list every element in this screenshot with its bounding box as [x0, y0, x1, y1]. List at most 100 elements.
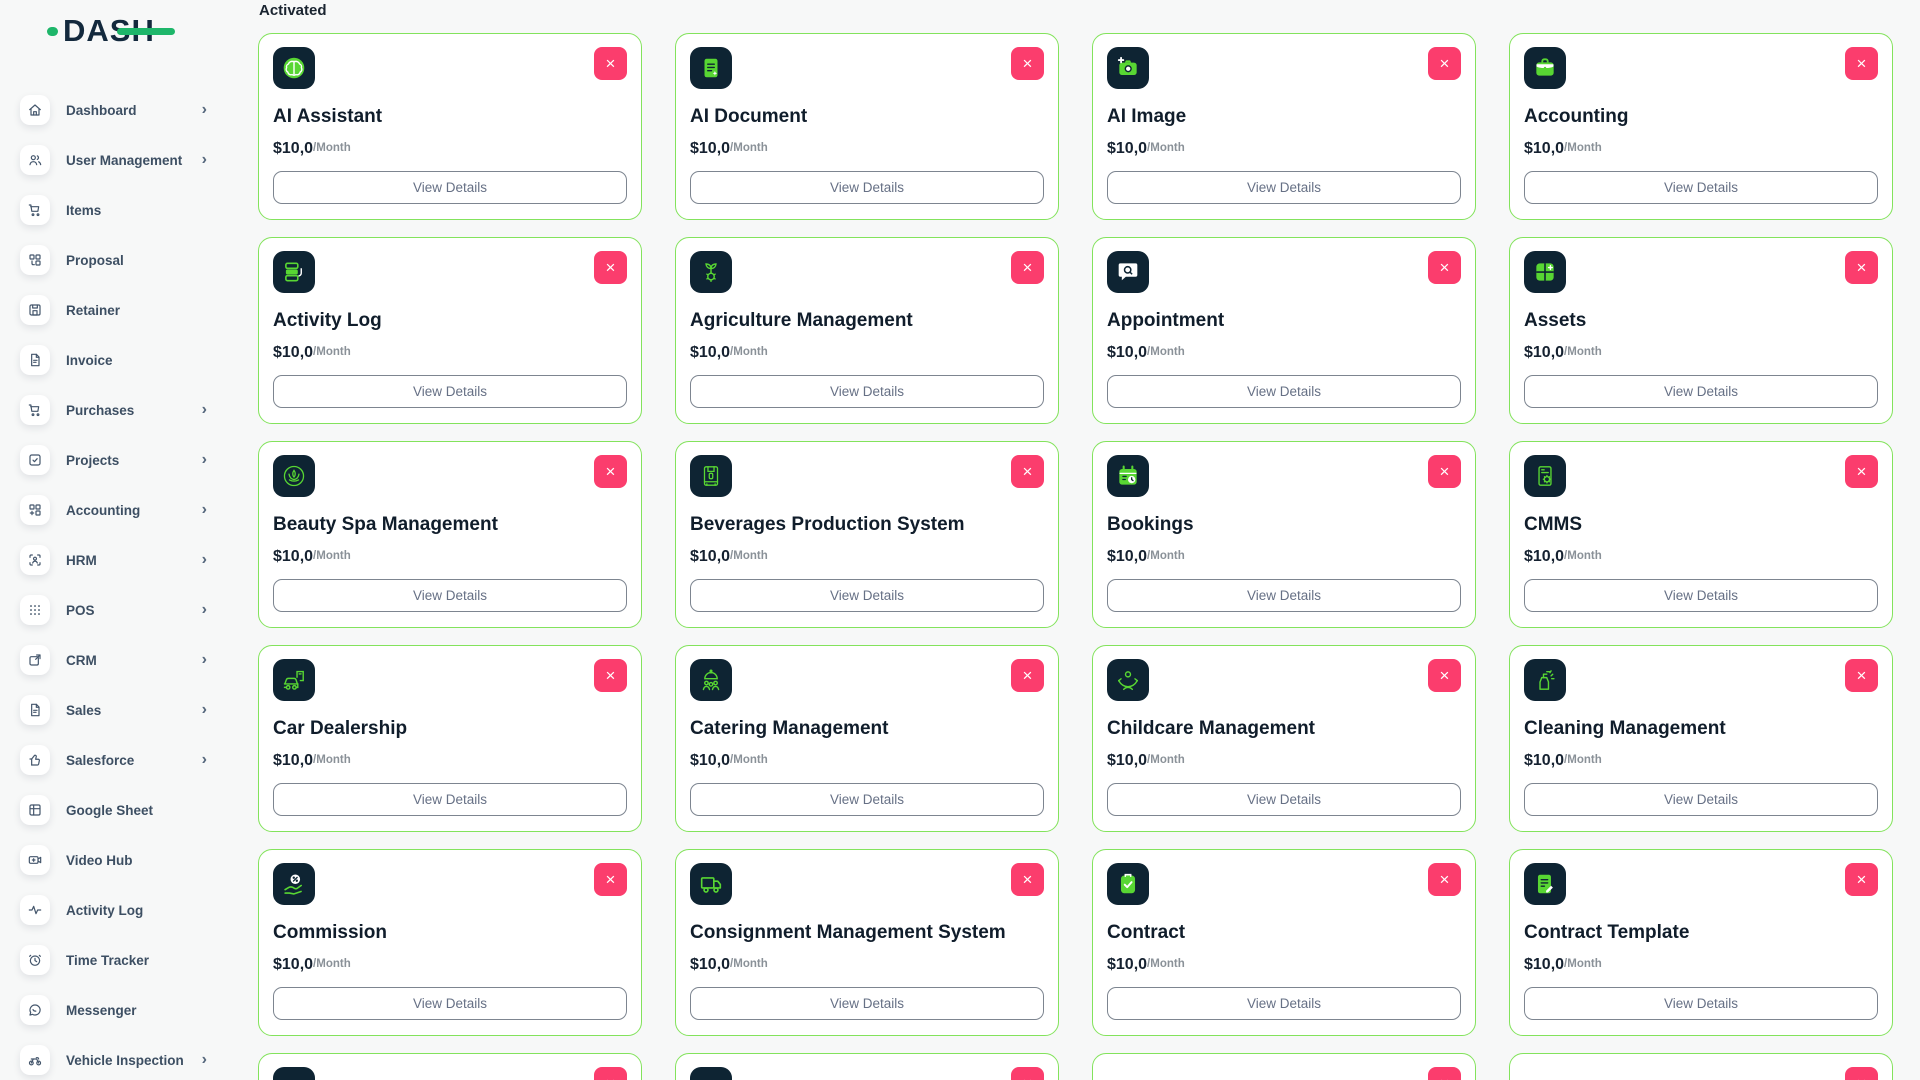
sidebar-item-sales[interactable]: Sales ›: [20, 695, 207, 725]
deactivate-button[interactable]: ×: [1428, 47, 1461, 80]
sidebar-item-purchases[interactable]: Purchases ›: [20, 395, 207, 425]
sidebar-item-items[interactable]: Items: [20, 195, 207, 225]
addon-price-row: $10,0/Month: [1524, 548, 1878, 566]
close-icon: ×: [606, 871, 616, 888]
view-details-button[interactable]: View Details: [1107, 171, 1461, 204]
deactivate-button[interactable]: ×: [1428, 251, 1461, 284]
view-details-button[interactable]: View Details: [1107, 987, 1461, 1020]
addon-price-row: $10,0/Month: [1524, 752, 1878, 770]
view-details-button[interactable]: View Details: [273, 375, 627, 408]
view-details-button[interactable]: View Details: [1524, 375, 1878, 408]
view-details-button[interactable]: View Details: [690, 375, 1044, 408]
sidebar-item-projects[interactable]: Projects ›: [20, 445, 207, 475]
colorful-swirl-icon: [1107, 1067, 1149, 1080]
addon-card-ai-assistant: × AI Assistant $10,0/Month View Details: [258, 33, 642, 220]
deactivate-button[interactable]: ×: [1428, 1067, 1461, 1080]
close-icon: ×: [606, 259, 616, 276]
machine-gear-icon: [1524, 455, 1566, 497]
deactivate-button[interactable]: ×: [1428, 863, 1461, 896]
close-icon: ×: [1857, 667, 1867, 684]
addon-price-row: $10,0/Month: [1107, 548, 1461, 566]
addon-price-row: $10,0/Month: [273, 956, 627, 974]
view-details-button[interactable]: View Details: [690, 987, 1044, 1020]
deactivate-button[interactable]: ×: [1845, 47, 1878, 80]
user-scan-icon: [20, 545, 50, 575]
view-details-button[interactable]: View Details: [1524, 783, 1878, 816]
motorbike-icon: [20, 1045, 50, 1075]
addon-card-activity-log: × Activity Log $10,0/Month View Details: [258, 237, 642, 424]
addon-price-row: $10,0/Month: [690, 548, 1044, 566]
view-details-button[interactable]: View Details: [690, 579, 1044, 612]
view-details-button[interactable]: View Details: [1107, 783, 1461, 816]
clipboard-check-icon: [1107, 863, 1149, 905]
deactivate-button[interactable]: ×: [1011, 1067, 1044, 1080]
deactivate-button[interactable]: ×: [1428, 659, 1461, 692]
view-details-button[interactable]: View Details: [690, 783, 1044, 816]
sidebar-item-dashboard[interactable]: Dashboard ›: [20, 95, 207, 125]
sidebar-item-time-tracker[interactable]: Time Tracker: [20, 945, 207, 975]
addon-title: Consignment Management System: [690, 922, 1044, 944]
deactivate-button[interactable]: ×: [1845, 251, 1878, 284]
sidebar-item-label: Google Sheet: [66, 803, 153, 818]
sidebar-item-label: Items: [66, 203, 101, 218]
sidebar-item-hrm[interactable]: HRM ›: [20, 545, 207, 575]
sidebar-item-invoice[interactable]: Invoice: [20, 345, 207, 375]
deactivate-button[interactable]: ×: [594, 47, 627, 80]
deactivate-button[interactable]: ×: [1845, 659, 1878, 692]
close-icon: ×: [1857, 463, 1867, 480]
addon-card-ai-image: × AI Image $10,0/Month View Details: [1092, 33, 1476, 220]
view-details-button[interactable]: View Details: [1524, 987, 1878, 1020]
deactivate-button[interactable]: ×: [594, 1067, 627, 1080]
deactivate-button[interactable]: ×: [1011, 455, 1044, 488]
view-details-button[interactable]: View Details: [1107, 579, 1461, 612]
view-details-button[interactable]: View Details: [1524, 579, 1878, 612]
sidebar-item-activity-log[interactable]: Activity Log: [20, 895, 207, 925]
view-details-button[interactable]: View Details: [273, 579, 627, 612]
addon-title: Catering Management: [690, 718, 1044, 740]
sidebar-item-label: Dashboard: [66, 103, 137, 118]
deactivate-button[interactable]: ×: [594, 659, 627, 692]
deactivate-button[interactable]: ×: [1011, 659, 1044, 692]
addon-card-appointment: × Appointment $10,0/Month View Details: [1092, 237, 1476, 424]
deactivate-button[interactable]: ×: [594, 863, 627, 896]
sidebar-item-salesforce[interactable]: Salesforce ›: [20, 745, 207, 775]
sidebar-item-proposal[interactable]: Proposal: [20, 245, 207, 275]
hand-percent-icon: [273, 863, 315, 905]
view-details-button[interactable]: View Details: [1524, 171, 1878, 204]
deactivate-button[interactable]: ×: [1011, 47, 1044, 80]
deactivate-button[interactable]: ×: [1428, 455, 1461, 488]
close-icon: ×: [1857, 259, 1867, 276]
addon-period: /Month: [730, 754, 768, 766]
view-details-button[interactable]: View Details: [1107, 375, 1461, 408]
close-icon: ×: [606, 1075, 616, 1080]
view-details-button[interactable]: View Details: [273, 987, 627, 1020]
sidebar-item-crm[interactable]: CRM ›: [20, 645, 207, 675]
addon-title: AI Assistant: [273, 106, 627, 128]
addon-period: /Month: [313, 958, 351, 970]
deactivate-button[interactable]: ×: [1845, 455, 1878, 488]
sidebar-item-retainer[interactable]: Retainer: [20, 295, 207, 325]
section-title-activated: Activated: [259, 2, 1893, 33]
deactivate-button[interactable]: ×: [594, 455, 627, 488]
view-details-button[interactable]: View Details: [690, 171, 1044, 204]
sidebar-item-messenger[interactable]: Messenger: [20, 995, 207, 1025]
sidebar-item-label: Invoice: [66, 353, 113, 368]
view-details-button[interactable]: View Details: [273, 171, 627, 204]
addon-title: Bookings: [1107, 514, 1461, 536]
sidebar-item-google-sheet[interactable]: Google Sheet: [20, 795, 207, 825]
deactivate-button[interactable]: ×: [1011, 251, 1044, 284]
deactivate-button[interactable]: ×: [594, 251, 627, 284]
view-details-button[interactable]: View Details: [273, 783, 627, 816]
addon-price: $10,0: [690, 956, 730, 973]
sidebar-item-video-hub[interactable]: Video Hub: [20, 845, 207, 875]
addon-card-partial-2: ×: [675, 1053, 1059, 1080]
sidebar-item-accounting[interactable]: Accounting ›: [20, 495, 207, 525]
deactivate-button[interactable]: ×: [1845, 863, 1878, 896]
deactivate-button[interactable]: ×: [1845, 1067, 1878, 1080]
sidebar-item-user-management[interactable]: User Management ›: [20, 145, 207, 175]
sidebar-item-vehicle-inspection[interactable]: Vehicle Inspection ›: [20, 1045, 207, 1075]
addon-card-consignment-management-system: × Consignment Management System $10,0/Mo…: [675, 849, 1059, 1036]
sidebar-item-pos[interactable]: POS ›: [20, 595, 207, 625]
addon-period: /Month: [1564, 550, 1602, 562]
deactivate-button[interactable]: ×: [1011, 863, 1044, 896]
